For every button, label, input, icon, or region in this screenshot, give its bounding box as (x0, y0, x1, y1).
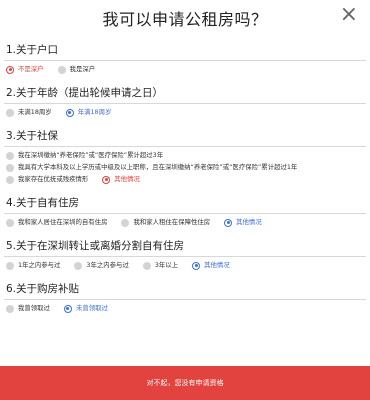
option-within-1-year[interactable]: 1年之内参与过 (6, 261, 60, 270)
radio-icon[interactable] (6, 218, 14, 227)
section-title: 2.关于年龄（提出轮候申请之日） (4, 83, 366, 104)
option-other-social[interactable]: 其他情况 (102, 175, 140, 184)
questionnaire: 1.关于户口 不是深户 我是深户 2.关于年龄（提出轮候申请之日） 未满18周岁… (4, 40, 366, 322)
option-label: 我和家人居住在深圳的自有住房 (18, 218, 108, 226)
option-label: 未满18周岁 (18, 108, 52, 116)
section-age: 2.关于年龄（提出轮候申请之日） 未满18周岁 年满18周岁 (4, 83, 366, 120)
option-received-subsidy[interactable]: 我曾领取过 (6, 304, 50, 313)
section-title: 1.关于户口 (4, 40, 366, 61)
option-label: 我家存在优抚或残疾情形 (18, 175, 89, 183)
option-label: 3年之内参与过 (86, 261, 129, 269)
option-label: 我具有大学本科及以上学历或中级及以上职称，且在深圳缴纳“养老保险”或“医疗保险”… (18, 163, 298, 171)
radio-selected-icon[interactable] (65, 108, 74, 117)
option-within-3-years[interactable]: 3年之内参与过 (74, 261, 129, 270)
option-over-18[interactable]: 年满18周岁 (65, 108, 112, 117)
option-under-18[interactable]: 未满18周岁 (6, 108, 52, 117)
option-label: 我和家人租住在保障性住房 (133, 218, 211, 226)
option-label: 未曾领取过 (75, 304, 108, 312)
radio-icon[interactable] (121, 218, 130, 227)
option-over-3-years[interactable]: 3年以上 (142, 261, 179, 270)
radio-selected-icon[interactable] (102, 175, 111, 184)
option-label: 我在深圳缴纳“养老保险”或“医疗保险”累计超过3年 (18, 151, 164, 159)
radio-icon[interactable] (6, 163, 14, 172)
radio-selected-icon[interactable] (6, 65, 14, 74)
section-purchase-subsidy: 6.关于购房补贴 我曾领取过 未曾领取过 (4, 279, 366, 316)
radio-icon[interactable] (6, 151, 14, 160)
option-never-received[interactable]: 未曾领取过 (63, 304, 108, 313)
radio-icon[interactable] (142, 261, 151, 270)
option-label: 其他情况 (204, 261, 230, 269)
section-title: 4.关于自有住房 (4, 193, 366, 214)
option-own-house[interactable]: 我和家人居住在深圳的自有住房 (6, 218, 107, 227)
radio-icon[interactable] (6, 175, 14, 184)
radio-icon[interactable] (57, 65, 66, 74)
option-insurance-3-years[interactable]: 我在深圳缴纳“养老保险”或“医疗保险”累计超过3年 (6, 151, 366, 160)
dialog-header: 我可以申请公租房吗？ × (0, 0, 370, 36)
close-icon[interactable]: × (340, 2, 358, 27)
radio-icon[interactable] (6, 108, 14, 117)
section-house-transfer: 5.关于在深圳转让或离婚分割自有住房 1年之内参与过 3年之内参与过 3年以上 … (4, 236, 366, 273)
option-label: 其他情况 (114, 175, 140, 183)
option-degree-insurance-1-year[interactable]: 我具有大学本科及以上学历或中级及以上职称，且在深圳缴纳“养老保险”或“医疗保险”… (6, 163, 366, 172)
section-social-security: 3.关于社保 我在深圳缴纳“养老保险”或“医疗保险”累计超过3年 我具有大学本科… (4, 126, 366, 187)
section-hukou: 1.关于户口 不是深户 我是深户 (4, 40, 366, 77)
option-affordable-rent[interactable]: 我和家人租住在保障性住房 (121, 218, 210, 227)
radio-selected-icon[interactable] (63, 304, 72, 313)
result-text: 对不起，您没有申请资格 (146, 379, 224, 387)
radio-icon[interactable] (6, 261, 14, 270)
option-label: 我是深户 (69, 65, 96, 73)
radio-selected-icon[interactable] (192, 261, 201, 270)
dialog-title: 我可以申请公租房吗？ (102, 10, 268, 29)
option-other-housing[interactable]: 其他情况 (224, 218, 262, 227)
option-label: 不是深户 (18, 65, 44, 73)
option-shenzhen-hukou[interactable]: 我是深户 (57, 65, 96, 74)
section-title: 5.关于在深圳转让或离婚分割自有住房 (4, 236, 366, 257)
option-label: 3年以上 (154, 261, 179, 269)
section-title: 3.关于社保 (4, 126, 366, 147)
option-label: 1年之内参与过 (18, 261, 61, 269)
section-own-housing: 4.关于自有住房 我和家人居住在深圳的自有住房 我和家人租住在保障性住房 其他情… (4, 193, 366, 230)
radio-icon[interactable] (74, 261, 83, 270)
radio-icon[interactable] (6, 304, 14, 313)
radio-selected-icon[interactable] (224, 218, 233, 227)
option-label: 我曾领取过 (18, 304, 50, 312)
result-bar[interactable]: 对不起，您没有申请资格 (0, 366, 370, 400)
option-special-care[interactable]: 我家存在优抚或残疾情形 (6, 175, 88, 184)
section-title: 6.关于购房补贴 (4, 279, 366, 300)
option-label: 年满18周岁 (77, 108, 112, 116)
option-other-transfer[interactable]: 其他情况 (192, 261, 230, 270)
option-label: 其他情况 (236, 218, 262, 226)
option-not-shenzhen-hukou[interactable]: 不是深户 (6, 65, 44, 74)
